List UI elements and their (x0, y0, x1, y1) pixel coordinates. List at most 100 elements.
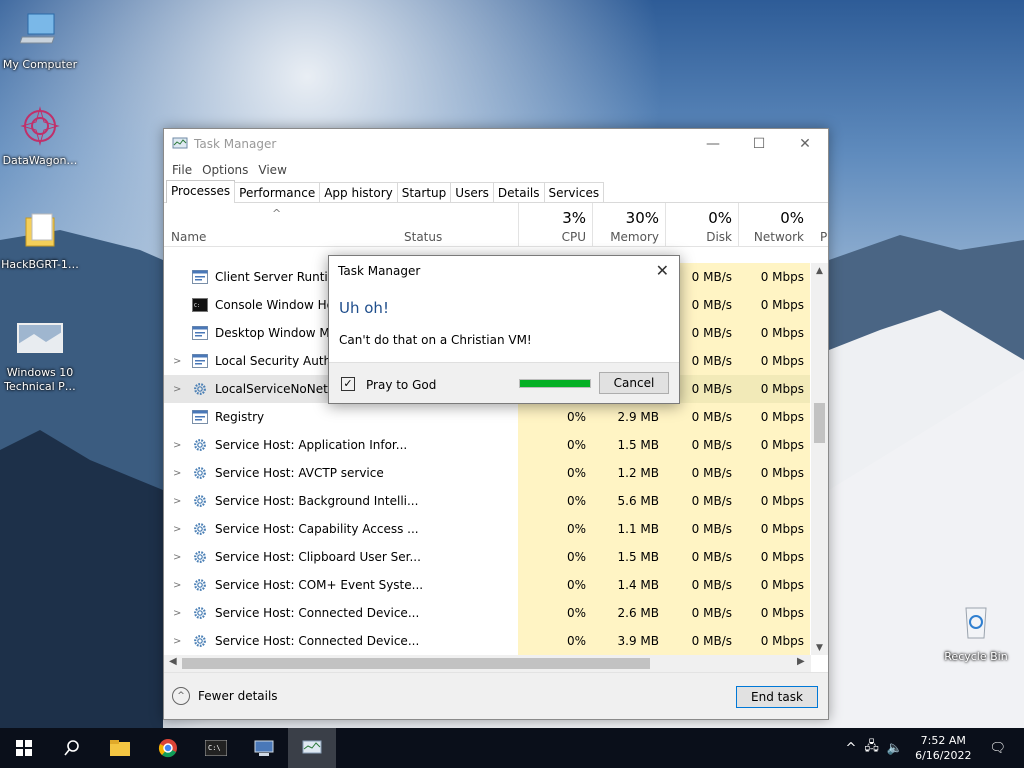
pray-checkbox[interactable]: ✓ (341, 377, 355, 391)
notifications-icon[interactable]: 🗨 (989, 741, 1006, 756)
clock[interactable]: 7:52 AM 6/16/2022 (915, 733, 971, 763)
table-row[interactable]: > Service Host: Connected Device... 0% 3.9 … (164, 627, 810, 655)
disk-cell: 0 MB/s (665, 431, 738, 459)
title-bar[interactable]: Task Manager — ☐ ✕ (164, 129, 828, 159)
table-row[interactable]: Registry 0% 2.9 MB 0 MB/s 0 Mbps (164, 403, 810, 431)
minimize-icon[interactable]: — (690, 129, 736, 159)
chevron-right-icon[interactable]: > (173, 356, 181, 367)
dialog-close-icon[interactable]: ✕ (656, 261, 669, 280)
pray-checkbox-label[interactable]: Pray to God (366, 378, 436, 392)
table-row[interactable]: > Service Host: Capability Access ... 0% 1.… (164, 515, 810, 543)
scroll-right-icon[interactable]: ▶ (797, 656, 805, 667)
chevron-right-icon[interactable]: > (173, 384, 181, 395)
tab-details[interactable]: Details (492, 182, 545, 203)
process-name: Service Host: Capability Access ... (215, 522, 419, 536)
tab-processes[interactable]: Processes (166, 180, 236, 203)
maximize-icon[interactable]: ☐ (736, 129, 782, 159)
network-cell: 0 Mbps (738, 627, 810, 655)
horizontal-scrollbar[interactable]: ◀ ▶ (164, 655, 811, 672)
network-app-icon[interactable] (240, 728, 288, 768)
desktop-icon-my-computer[interactable]: My Computer (0, 10, 82, 72)
cpu-cell: 0% (518, 627, 592, 655)
chevron-right-icon[interactable]: > (173, 496, 181, 507)
process-icon (192, 270, 208, 284)
process-icon (192, 354, 208, 368)
image-icon (17, 323, 63, 353)
vertical-scrollbar[interactable]: ▲ ▼ (811, 263, 828, 655)
chevron-right-icon[interactable]: > (173, 524, 181, 535)
network-cell: 0 Mbps (738, 543, 810, 571)
desktop-icon-recycle-bin[interactable]: Recycle Bin (934, 602, 1018, 664)
column-name[interactable]: Name (171, 230, 206, 244)
scroll-down-icon[interactable]: ▼ (811, 643, 828, 653)
clock-date: 6/16/2022 (915, 749, 972, 762)
task-manager-icon[interactable] (288, 728, 336, 768)
end-task-button[interactable]: End task (736, 686, 818, 708)
disk-total: 0% (708, 209, 732, 227)
fewer-details-button[interactable]: ^ Fewer details (172, 687, 278, 705)
chevron-right-icon[interactable]: > (173, 636, 181, 647)
network-cell: 0 Mbps (738, 459, 810, 487)
tab-performance[interactable]: Performance (234, 182, 321, 203)
chevron-right-icon[interactable]: > (173, 468, 181, 479)
column-disk[interactable]: 0% Disk (665, 203, 738, 247)
memory-cell: 1.4 MB (592, 571, 665, 599)
desktop-icon-label: My Computer (2, 58, 78, 71)
tab-users[interactable]: Users (450, 182, 494, 203)
tab-app-history[interactable]: App history (319, 182, 398, 203)
chrome-icon[interactable] (144, 728, 192, 768)
disk-cell: 0 MB/s (665, 515, 738, 543)
desktop-icon-windows10[interactable]: Windows 10 Technical P… (0, 318, 82, 394)
chevron-up-icon[interactable]: ^ (845, 741, 856, 756)
desktop-icon-hackbgrt[interactable]: HackBGRT-1… (0, 210, 82, 272)
column-status[interactable]: Status (404, 230, 442, 244)
column-power-truncated[interactable]: P (820, 230, 827, 244)
close-icon[interactable]: ✕ (782, 129, 828, 159)
chevron-up-icon: ^ (172, 687, 190, 705)
file-explorer-icon[interactable] (96, 728, 144, 768)
network-cell: 0 Mbps (738, 291, 810, 319)
gear-icon (194, 383, 206, 395)
cmd-icon[interactable]: C:\ (192, 728, 240, 768)
chevron-right-icon[interactable]: > (173, 580, 181, 591)
cancel-button[interactable]: Cancel (599, 372, 669, 394)
window-title: Task Manager (194, 137, 277, 151)
table-row[interactable]: > Service Host: Background Intelli... 0% 5.… (164, 487, 810, 515)
volume-icon[interactable]: 🔈 (887, 741, 903, 756)
process-name: Desktop Window Mar (215, 326, 343, 340)
cpu-cell: 0% (518, 431, 592, 459)
cpu-cell: 0% (518, 487, 592, 515)
table-row[interactable]: > Service Host: Clipboard User Ser... 0% 1.… (164, 543, 810, 571)
desktop-icon-datawagon[interactable]: DataWagon… (0, 106, 82, 168)
menu-view[interactable]: View (254, 163, 290, 177)
scroll-up-icon[interactable]: ▲ (811, 266, 828, 276)
menu-file[interactable]: File (168, 163, 196, 177)
network-cell: 0 Mbps (738, 431, 810, 459)
column-network[interactable]: 0% Network (738, 203, 810, 247)
network-icon[interactable]: 🖧 (864, 737, 879, 759)
table-row[interactable]: > Service Host: Connected Device... 0% 2.6 … (164, 599, 810, 627)
chevron-right-icon[interactable]: > (173, 440, 181, 451)
horizontal-scroll-thumb[interactable] (182, 658, 650, 669)
folder-icon (25, 213, 55, 247)
process-icon (192, 326, 208, 340)
tab-startup[interactable]: Startup (396, 182, 452, 203)
windows-start-icon[interactable] (0, 728, 48, 768)
table-row[interactable]: > Service Host: AVCTP service 0% 1.2 MB 0 MB… (164, 459, 810, 487)
error-dialog: Task Manager ✕ Uh oh! Can't do that on a… (328, 255, 680, 404)
table-row[interactable]: > Service Host: COM+ Event Syste... 0% 1.4 … (164, 571, 810, 599)
mandala-icon (20, 106, 60, 146)
table-row[interactable]: > Service Host: Application Infor... 0% 1.5… (164, 431, 810, 459)
chevron-right-icon[interactable]: > (173, 552, 181, 563)
column-cpu[interactable]: 3% CPU (518, 203, 592, 247)
scroll-left-icon[interactable]: ◀ (169, 656, 177, 667)
dialog-button-bar: ✓ Pray to God Cancel (329, 362, 679, 403)
memory-cell: 1.5 MB (592, 543, 665, 571)
column-memory[interactable]: 30% Memory (592, 203, 665, 247)
tab-services[interactable]: Services (543, 182, 605, 203)
menu-options[interactable]: Options (198, 163, 252, 177)
memory-cell: 1.2 MB (592, 459, 665, 487)
vertical-scroll-thumb[interactable] (814, 403, 825, 443)
search-icon[interactable] (48, 728, 96, 768)
chevron-right-icon[interactable]: > (173, 608, 181, 619)
